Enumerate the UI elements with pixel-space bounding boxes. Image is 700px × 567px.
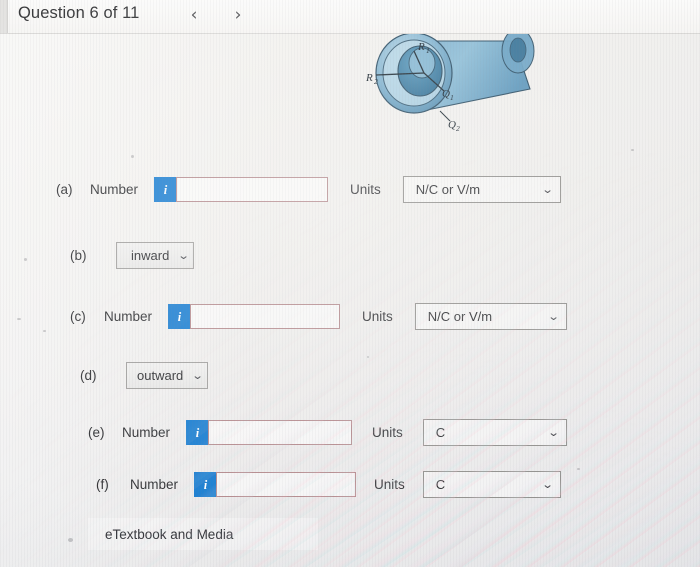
- units-label-f: Units: [374, 477, 405, 492]
- header-left-rail: [0, 0, 8, 33]
- units-label-a: Units: [350, 182, 381, 197]
- units-label-e: Units: [372, 425, 403, 440]
- chevron-left-icon[interactable]: ‹: [183, 2, 205, 28]
- units-select-f[interactable]: C ⌄: [422, 471, 561, 498]
- answer-row-e: (e) Number i Units C ⌄: [88, 419, 567, 446]
- answer-row-b: (b) inward ⌄: [70, 242, 194, 269]
- dust-speck: [131, 155, 134, 158]
- direction-select-d[interactable]: outward ⌄: [126, 362, 208, 389]
- svg-text:2: 2: [456, 124, 460, 133]
- dust-speck: [24, 258, 27, 261]
- figure-label-q1: Q: [442, 88, 450, 100]
- units-label-c: Units: [362, 309, 393, 324]
- chevron-down-icon: ⌄: [191, 369, 205, 382]
- svg-text:1: 1: [426, 46, 430, 55]
- figure-label-r2: R: [365, 72, 373, 84]
- direction-select-value-b: inward: [131, 248, 170, 263]
- dust-speck: [43, 330, 46, 332]
- number-label-f: Number: [130, 477, 179, 492]
- page-title: Question 6 of 11: [18, 4, 140, 22]
- answer-row-f: (f) Number i Units C ⌄: [96, 471, 561, 498]
- units-select-value-e: C: [435, 425, 446, 440]
- dust-speck: [577, 468, 580, 470]
- number-input-a[interactable]: [176, 177, 329, 202]
- units-select-value-c: N/C or V/m: [427, 309, 493, 324]
- number-input-e[interactable]: [208, 420, 353, 445]
- part-label-e: (e): [88, 425, 105, 440]
- number-label-a: Number: [90, 182, 139, 197]
- info-icon-e[interactable]: i: [186, 420, 209, 445]
- svg-text:1: 1: [450, 93, 454, 102]
- figure-label-r1: R: [417, 41, 425, 53]
- direction-select-value-d: outward: [137, 368, 184, 383]
- dust-speck: [631, 149, 634, 151]
- chevron-down-icon: ⌄: [177, 249, 191, 262]
- dust-speck: [68, 538, 73, 542]
- number-input-c[interactable]: [190, 304, 341, 329]
- number-field-group-f: i: [194, 472, 357, 497]
- answer-row-a: (a) Number i Units N/C or V/m ⌄: [56, 176, 561, 203]
- info-icon-c[interactable]: i: [168, 304, 191, 329]
- direction-select-b[interactable]: inward ⌄: [116, 242, 194, 269]
- answer-row-d: (d) outward ⌄: [80, 362, 208, 389]
- units-select-value-a: N/C or V/m: [415, 182, 481, 197]
- units-select-a[interactable]: N/C or V/m ⌄: [402, 176, 561, 203]
- dust-speck: [17, 318, 21, 320]
- info-icon-f[interactable]: i: [194, 472, 217, 497]
- units-select-value-f: C: [435, 477, 446, 492]
- chevron-down-icon: ⌄: [546, 310, 560, 323]
- chevron-right-icon[interactable]: ›: [227, 2, 249, 28]
- part-label-c: (c): [70, 309, 86, 324]
- number-field-group-c: i: [168, 304, 341, 329]
- number-field-group-e: i: [186, 420, 353, 445]
- chevron-down-icon: ⌄: [546, 426, 560, 439]
- info-icon-a[interactable]: i: [154, 177, 177, 202]
- question-screen: Question 6 of 11 ‹ › R 1 R 2 Q 1 Q 2 (a)…: [0, 0, 700, 567]
- svg-text:2: 2: [374, 77, 378, 86]
- answer-row-c: (c) Number i Units N/C or V/m ⌄: [70, 303, 567, 330]
- chevron-down-icon: ⌄: [540, 183, 554, 196]
- units-select-e[interactable]: C ⌄: [422, 419, 567, 446]
- number-label-c: Number: [104, 309, 153, 324]
- part-label-d: (d): [80, 368, 97, 383]
- part-label-b: (b): [70, 248, 87, 263]
- etextbook-and-media-link[interactable]: eTextbook and Media: [105, 527, 233, 542]
- part-label-a: (a): [56, 182, 73, 197]
- number-field-group-a: i: [154, 177, 329, 202]
- chevron-down-icon: ⌄: [540, 478, 554, 491]
- coaxial-cylinder-figure: R 1 R 2 Q 1 Q 2: [352, 33, 562, 138]
- number-label-e: Number: [122, 425, 171, 440]
- part-label-f: (f): [96, 477, 109, 492]
- question-header-bar: Question 6 of 11 ‹ ›: [0, 0, 700, 34]
- number-input-f[interactable]: [216, 472, 357, 497]
- dust-speck: [367, 356, 369, 358]
- units-select-c[interactable]: N/C or V/m ⌄: [414, 303, 567, 330]
